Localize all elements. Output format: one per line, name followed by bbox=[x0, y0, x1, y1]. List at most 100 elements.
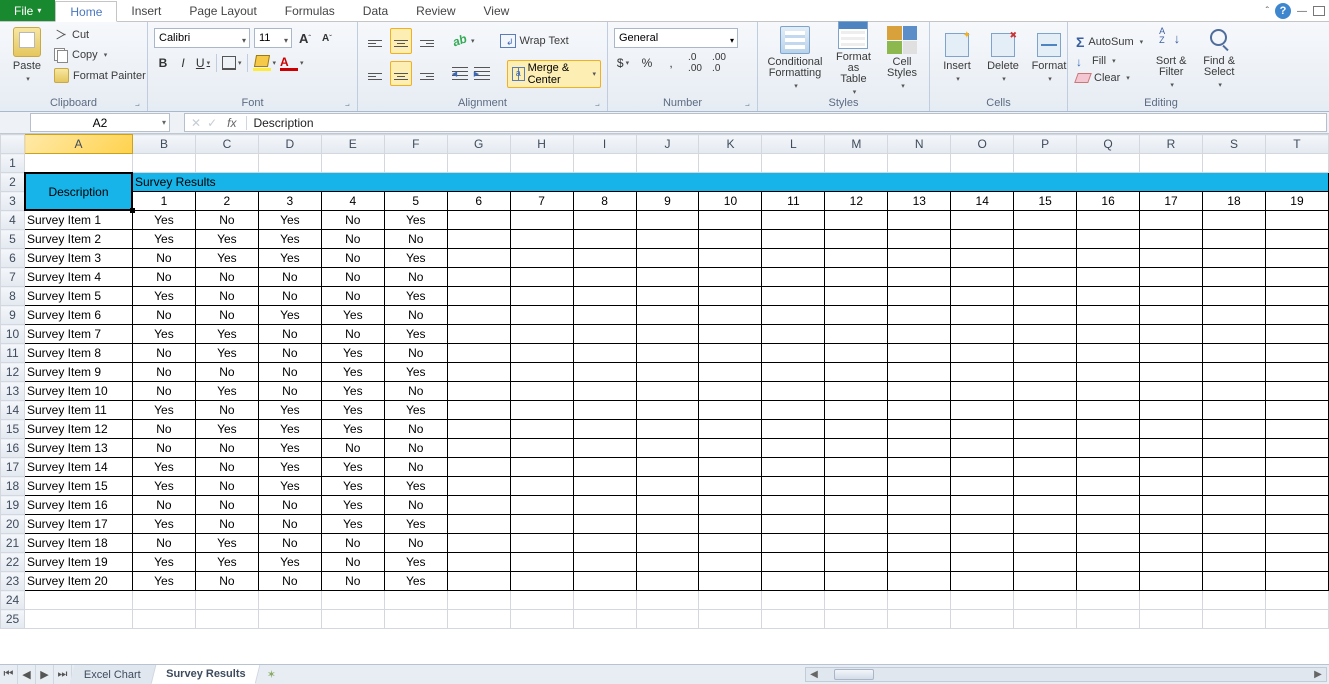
cell[interactable]: No bbox=[384, 458, 447, 477]
cell[interactable] bbox=[888, 515, 951, 534]
align-center-button[interactable] bbox=[390, 61, 412, 87]
cell[interactable] bbox=[636, 382, 699, 401]
cell[interactable] bbox=[951, 572, 1014, 591]
align-top-button[interactable] bbox=[364, 28, 386, 54]
cell[interactable] bbox=[1077, 382, 1140, 401]
cell[interactable]: Yes bbox=[384, 515, 447, 534]
col-header-K[interactable]: K bbox=[699, 135, 762, 154]
cell[interactable] bbox=[888, 401, 951, 420]
cell[interactable]: No bbox=[384, 268, 447, 287]
cell[interactable] bbox=[1265, 515, 1328, 534]
cell[interactable] bbox=[825, 591, 888, 610]
cell[interactable] bbox=[1014, 154, 1077, 173]
cell[interactable] bbox=[1265, 458, 1328, 477]
scroll-right-icon[interactable]: ▶ bbox=[1310, 669, 1326, 680]
cell[interactable] bbox=[1202, 325, 1265, 344]
cell[interactable] bbox=[825, 401, 888, 420]
cell[interactable] bbox=[1014, 249, 1077, 268]
col-header-C[interactable]: C bbox=[195, 135, 258, 154]
cell[interactable] bbox=[888, 591, 951, 610]
cell[interactable] bbox=[573, 477, 636, 496]
cell[interactable] bbox=[1265, 211, 1328, 230]
cell[interactable] bbox=[1140, 515, 1203, 534]
comma-button[interactable]: , bbox=[662, 54, 680, 72]
sheet-nav-prev[interactable]: ◀ bbox=[18, 665, 36, 684]
cell[interactable] bbox=[1077, 249, 1140, 268]
cell[interactable]: No bbox=[195, 401, 258, 420]
cell[interactable]: Yes bbox=[132, 325, 195, 344]
cell[interactable]: No bbox=[132, 439, 195, 458]
cell-label[interactable]: Survey Item 8 bbox=[25, 344, 133, 363]
cell[interactable] bbox=[1014, 344, 1077, 363]
enter-formula-icon[interactable]: ✓ bbox=[207, 116, 217, 130]
scroll-left-icon[interactable]: ◀ bbox=[806, 669, 822, 680]
find-select-button[interactable]: Find & Select bbox=[1197, 25, 1241, 91]
cell[interactable] bbox=[1265, 477, 1328, 496]
horizontal-scrollbar[interactable]: ◀ ▶ bbox=[805, 667, 1327, 682]
worksheet-grid[interactable]: ABCDEFGHIJKLMNOPQRST12DescriptionSurvey … bbox=[0, 134, 1329, 664]
cell[interactable] bbox=[951, 401, 1014, 420]
cut-button[interactable]: Cut bbox=[52, 27, 148, 43]
cell[interactable] bbox=[1014, 496, 1077, 515]
grow-font-button[interactable]: Aˆ bbox=[296, 29, 314, 47]
cell[interactable] bbox=[1077, 287, 1140, 306]
cell[interactable]: No bbox=[384, 439, 447, 458]
cell[interactable] bbox=[573, 363, 636, 382]
cell[interactable]: Yes bbox=[258, 420, 321, 439]
cell-label[interactable]: Survey Item 19 bbox=[25, 553, 133, 572]
cell[interactable]: No bbox=[132, 420, 195, 439]
cell[interactable]: No bbox=[258, 572, 321, 591]
cell[interactable] bbox=[1014, 401, 1077, 420]
cell-label[interactable]: Survey Item 7 bbox=[25, 325, 133, 344]
cell[interactable] bbox=[573, 154, 636, 173]
cell[interactable]: No bbox=[195, 477, 258, 496]
cell[interactable] bbox=[1265, 230, 1328, 249]
cell[interactable]: Yes bbox=[132, 458, 195, 477]
clear-button[interactable]: Clear bbox=[1074, 71, 1145, 85]
cell[interactable] bbox=[825, 211, 888, 230]
cell[interactable] bbox=[762, 249, 825, 268]
cell[interactable]: No bbox=[132, 363, 195, 382]
row-header-8[interactable]: 8 bbox=[1, 287, 25, 306]
cell[interactable]: Yes bbox=[258, 553, 321, 572]
cell[interactable] bbox=[573, 401, 636, 420]
col-header-I[interactable]: I bbox=[573, 135, 636, 154]
cell[interactable] bbox=[1265, 344, 1328, 363]
cell[interactable]: No bbox=[321, 325, 384, 344]
cell[interactable] bbox=[1140, 496, 1203, 515]
cell[interactable] bbox=[1202, 496, 1265, 515]
cell[interactable]: Yes bbox=[195, 420, 258, 439]
cell[interactable] bbox=[447, 287, 510, 306]
cell[interactable]: No bbox=[132, 344, 195, 363]
font-size-select[interactable]: 11 bbox=[254, 28, 292, 48]
cell[interactable]: Yes bbox=[258, 230, 321, 249]
cell[interactable] bbox=[951, 382, 1014, 401]
cell[interactable] bbox=[888, 268, 951, 287]
cell[interactable] bbox=[1014, 306, 1077, 325]
cell-label[interactable]: Survey Item 15 bbox=[25, 477, 133, 496]
cell[interactable] bbox=[888, 211, 951, 230]
cell-label[interactable]: Survey Item 4 bbox=[25, 268, 133, 287]
cell[interactable] bbox=[1077, 439, 1140, 458]
col-header-F[interactable]: F bbox=[384, 135, 447, 154]
cell[interactable] bbox=[1014, 572, 1077, 591]
row-header-7[interactable]: 7 bbox=[1, 268, 25, 287]
row-header-10[interactable]: 10 bbox=[1, 325, 25, 344]
fill-button[interactable]: Fill bbox=[1074, 54, 1145, 68]
cell[interactable] bbox=[573, 382, 636, 401]
cell[interactable] bbox=[762, 591, 825, 610]
cell[interactable] bbox=[1140, 477, 1203, 496]
cell[interactable]: Yes bbox=[384, 211, 447, 230]
cell[interactable] bbox=[762, 401, 825, 420]
cell[interactable]: No bbox=[258, 534, 321, 553]
cell[interactable] bbox=[1265, 553, 1328, 572]
cell[interactable]: Yes bbox=[384, 287, 447, 306]
cell[interactable] bbox=[762, 363, 825, 382]
cell[interactable] bbox=[636, 553, 699, 572]
merge-center-button[interactable]: Merge & Center bbox=[507, 60, 601, 88]
cell[interactable] bbox=[699, 211, 762, 230]
cell[interactable] bbox=[636, 458, 699, 477]
cell[interactable]: No bbox=[321, 211, 384, 230]
row-header-20[interactable]: 20 bbox=[1, 515, 25, 534]
cell[interactable] bbox=[1202, 591, 1265, 610]
